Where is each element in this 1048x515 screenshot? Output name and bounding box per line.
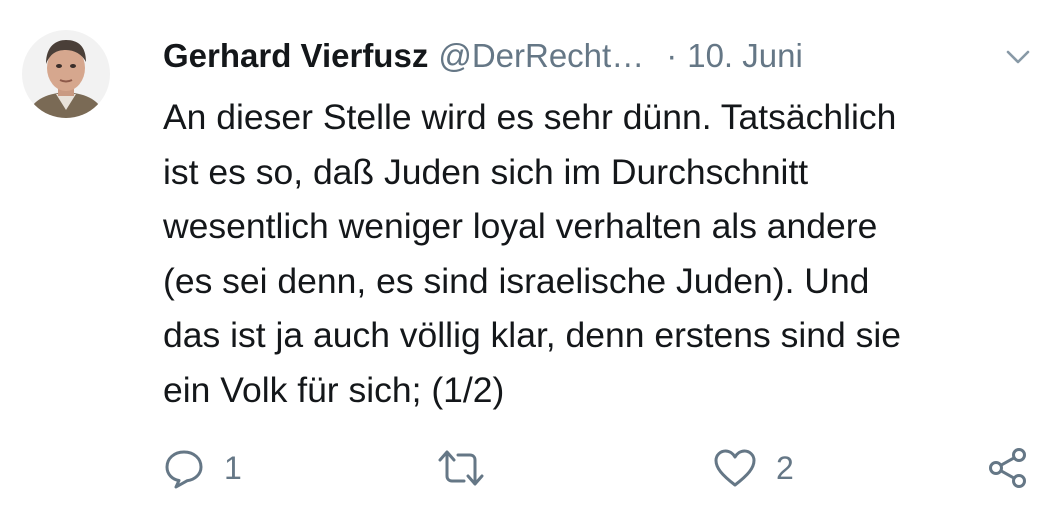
tweet-text-line: (es sei denn, es sind israelische Juden)… (163, 260, 870, 301)
tweet-actions: 1 2 (0, 440, 1048, 496)
display-name[interactable]: Gerhard Vierfusz (163, 37, 428, 74)
separator-dot: · (666, 37, 678, 74)
heart-icon (714, 449, 756, 487)
tweet-text-line: ist es so, daß Juden sich im Durchschnit… (163, 151, 809, 192)
user-handle[interactable]: @DerRecht… (438, 37, 644, 74)
tweet-text-line: ein Volk für sich; (1/2) (163, 369, 505, 410)
tweet-text: An dieser Stelle wird es sehr dünn. Tats… (163, 90, 1038, 417)
tweet[interactable]: Gerhard Vierfusz @DerRecht… · 10. Juni An d… (0, 0, 1048, 515)
tweet-text-line: An dieser Stelle wird es sehr dünn. Tats… (163, 97, 897, 137)
tweet-header: Gerhard Vierfusz @DerRecht… · 10. Juni (163, 30, 1033, 82)
like-count: 2 (776, 450, 794, 486)
like-button[interactable]: 2 (712, 440, 794, 496)
tweet-text-line: wesentlich weniger loyal verhalten als a… (163, 206, 878, 246)
tweet-date[interactable]: 10. Juni (687, 37, 803, 74)
retweet-button[interactable] (436, 440, 504, 496)
reply-button[interactable]: 1 (162, 440, 242, 496)
share-icon (989, 448, 1026, 488)
reply-count: 1 (224, 450, 242, 486)
share-button[interactable] (986, 440, 1030, 496)
avatar-photo-icon (22, 30, 110, 118)
retweet-icon (438, 450, 484, 486)
tweet-text-line: das ist ja auch völlig klar, denn ersten… (163, 315, 902, 355)
avatar[interactable] (22, 30, 110, 118)
chevron-down-icon[interactable] (1003, 42, 1033, 72)
reply-icon (165, 450, 203, 489)
